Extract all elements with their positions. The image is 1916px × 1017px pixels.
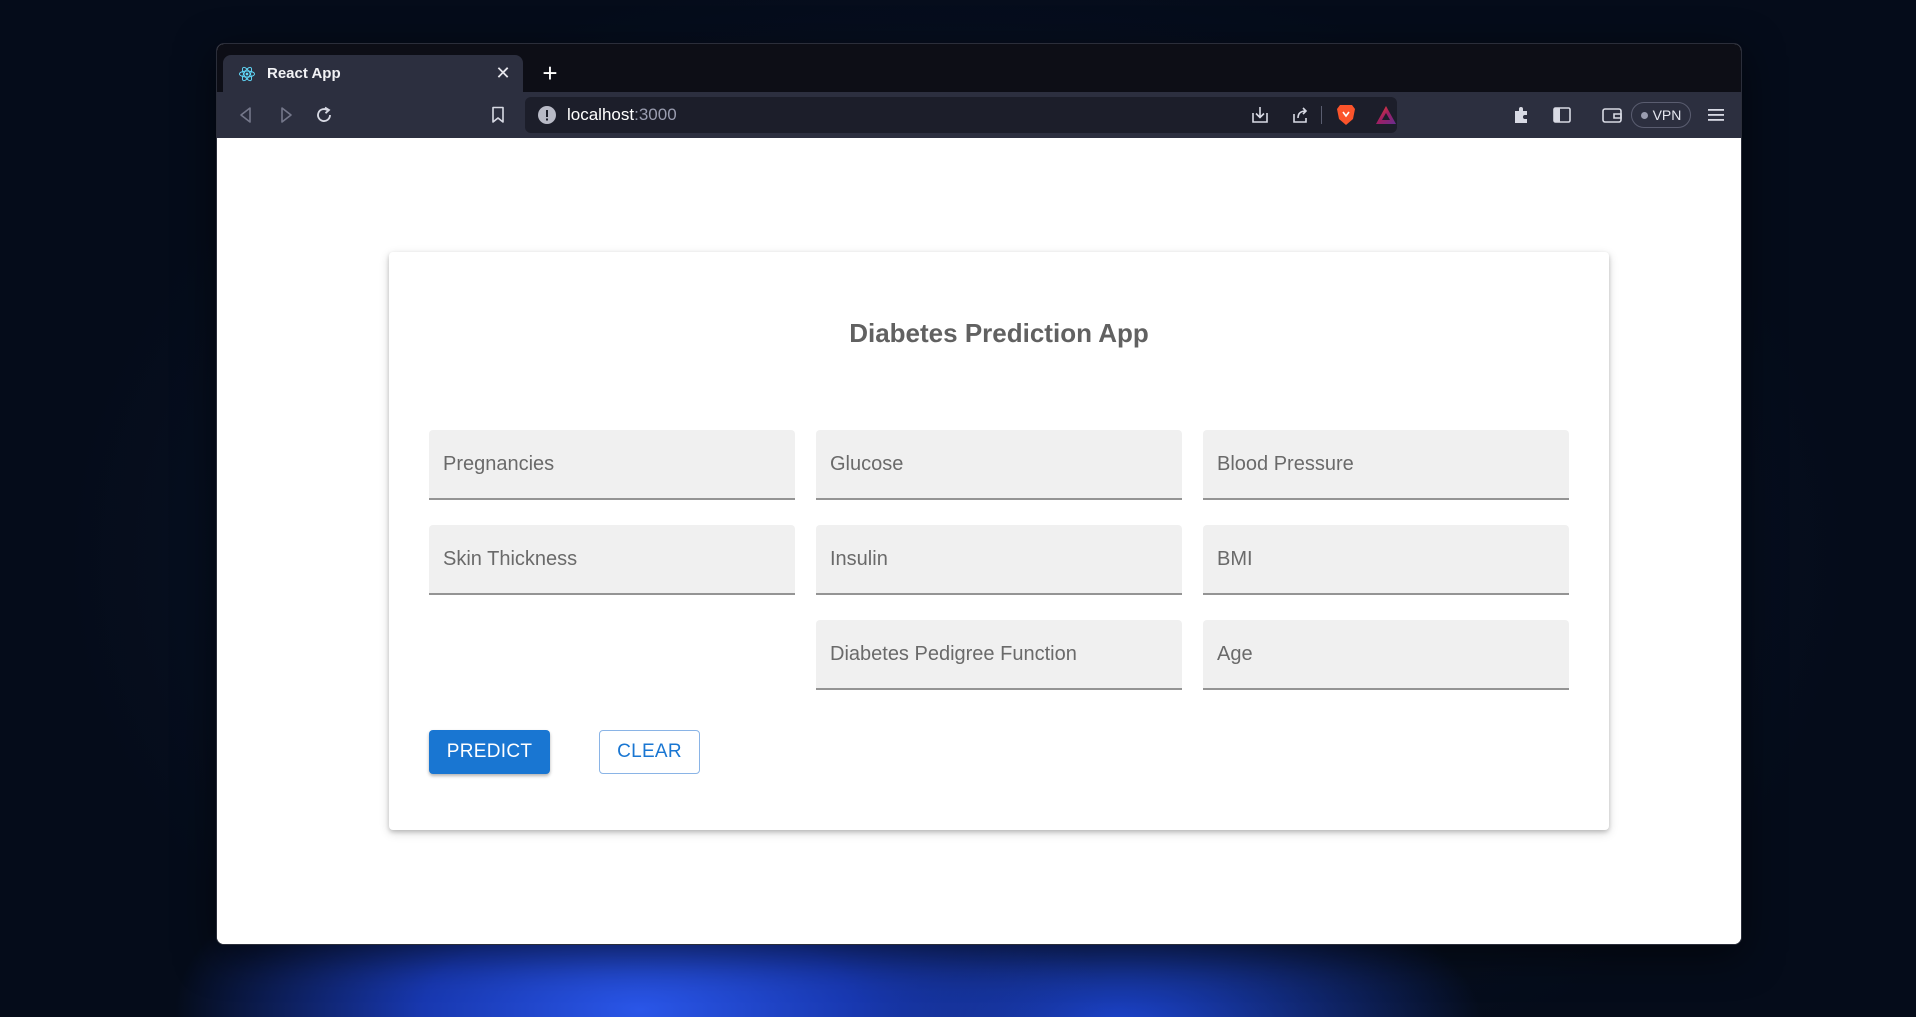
vpn-status-dot: [1640, 111, 1648, 119]
insulin-input[interactable]: [816, 525, 1182, 593]
extensions-icon[interactable]: [1506, 100, 1536, 130]
clear-button[interactable]: CLEAR: [599, 730, 700, 774]
prediction-form-card: Diabetes Prediction App Pregnancies Gluc…: [389, 252, 1609, 830]
divider: [1321, 106, 1322, 124]
share-icon[interactable]: [1285, 100, 1315, 130]
wallet-icon[interactable]: [1597, 100, 1627, 130]
insulin-field[interactable]: [816, 525, 1182, 595]
react-icon: [237, 64, 257, 84]
url-text: localhost:3000: [567, 105, 677, 124]
age-field[interactable]: [1203, 620, 1569, 690]
diabetes-pedigree-function-field[interactable]: [816, 620, 1182, 690]
forward-icon[interactable]: [271, 100, 301, 130]
sidebar-icon[interactable]: [1547, 100, 1577, 130]
page-content: Diabetes Prediction App Pregnancies Gluc…: [217, 138, 1741, 944]
address-bar[interactable]: localhost:3000: [525, 97, 1397, 133]
predict-button[interactable]: PREDICT: [429, 730, 550, 774]
chevron-down-icon[interactable]: [1739, 54, 1741, 82]
vpn-button[interactable]: VPN: [1631, 102, 1691, 128]
brave-shield-icon[interactable]: [1331, 100, 1361, 130]
diabetes-pedigree-function-input[interactable]: [816, 620, 1182, 688]
age-input[interactable]: [1203, 620, 1569, 688]
brave-rewards-icon[interactable]: [1371, 100, 1401, 130]
page-title: Diabetes Prediction App: [849, 318, 1149, 348]
reload-icon[interactable]: [309, 100, 339, 130]
menu-icon[interactable]: [1701, 100, 1731, 130]
skin-thickness-input[interactable]: [429, 525, 795, 593]
download-icon[interactable]: [1245, 100, 1275, 130]
blood-pressure-field[interactable]: [1203, 430, 1569, 500]
title-bar: React App ✕ +: [217, 44, 1741, 92]
skin-thickness-field[interactable]: [429, 525, 795, 595]
tab-react-app[interactable]: React App ✕: [223, 55, 523, 92]
bmi-field[interactable]: [1203, 525, 1569, 595]
bmi-input[interactable]: [1203, 525, 1569, 593]
blood-pressure-input[interactable]: [1203, 430, 1569, 498]
info-icon[interactable]: [537, 105, 557, 125]
vpn-label: VPN: [1652, 107, 1682, 123]
pregnancies-input[interactable]: [429, 430, 795, 498]
browser-window: React App ✕ + localhost:3000 VPN Diabete…: [216, 43, 1742, 945]
new-tab-icon[interactable]: +: [535, 58, 565, 88]
glucose-input[interactable]: [816, 430, 1182, 498]
browser-toolbar: localhost:3000 VPN: [217, 92, 1741, 138]
back-icon[interactable]: [231, 100, 261, 130]
glucose-field[interactable]: [816, 430, 1182, 500]
tab-close-icon[interactable]: ✕: [493, 63, 513, 84]
tab-title: React App: [267, 65, 341, 82]
pregnancies-field[interactable]: [429, 430, 795, 500]
bookmark-icon[interactable]: [483, 100, 513, 130]
